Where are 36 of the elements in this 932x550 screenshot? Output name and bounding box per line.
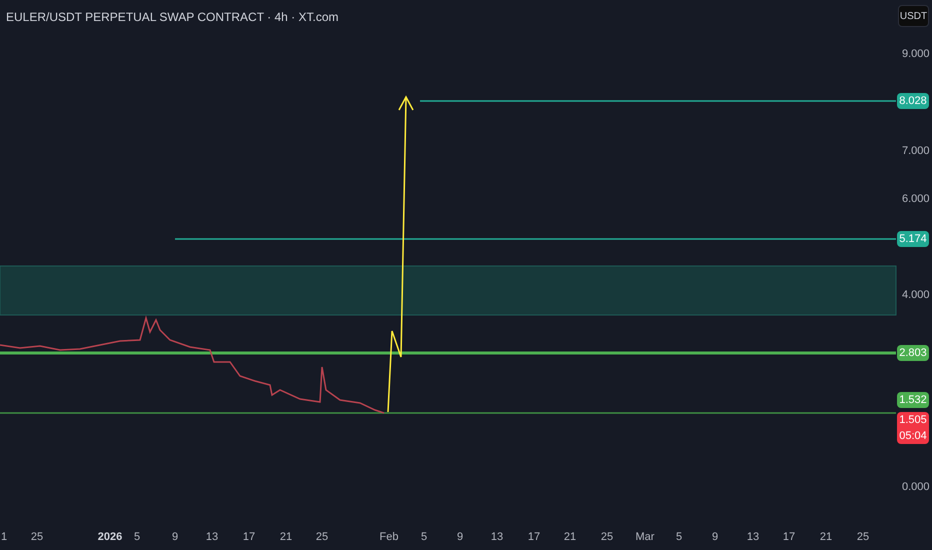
time-label: 17 — [242, 532, 256, 543]
time-label: 5 — [134, 532, 140, 543]
time-label: 17 — [782, 532, 796, 543]
time-label: 5 — [676, 532, 682, 543]
time-label: 25 — [316, 532, 328, 543]
price-tick: 0.000 — [902, 482, 930, 493]
currency-button[interactable]: USDT — [898, 5, 929, 27]
time-label: 21 — [280, 532, 292, 543]
price-tick: 9.000 — [902, 49, 930, 60]
time-label: 1 — [0, 532, 8, 543]
price-tick: 7.000 — [902, 146, 930, 157]
price-value: 1.505 — [899, 413, 927, 428]
chart-title: EULER/USDT PERPETUAL SWAP CONTRACT · 4h · XT.com — [6, 9, 339, 26]
countdown-text: 05:04 — [899, 429, 927, 444]
time-label: 25 — [856, 532, 870, 543]
time-label: 13 — [746, 532, 760, 543]
time-label: 17 — [528, 532, 540, 543]
time-label: Feb — [380, 532, 398, 543]
time-label: Mar — [636, 532, 654, 543]
time-label: 9 — [456, 532, 464, 543]
price-value: 5.174 — [899, 232, 927, 247]
time-label: 13 — [490, 532, 504, 543]
time-label: 9 — [172, 532, 178, 543]
time-label: 25 — [30, 532, 44, 543]
time-label: 5 — [420, 532, 428, 543]
time-label: 25 — [600, 532, 614, 543]
price-value: 8.028 — [899, 94, 927, 109]
time-label: 9 — [712, 532, 718, 543]
price-tick: 4.000 — [902, 290, 930, 301]
time-label: 21 — [564, 532, 576, 543]
price-value: 1.532 — [899, 393, 927, 408]
price-tick: 6.000 — [902, 194, 930, 205]
time-label: 21 — [820, 532, 832, 543]
price-value: 2.803 — [899, 346, 927, 361]
time-label: 13 — [206, 532, 218, 543]
time-label: 2026 — [98, 532, 122, 543]
